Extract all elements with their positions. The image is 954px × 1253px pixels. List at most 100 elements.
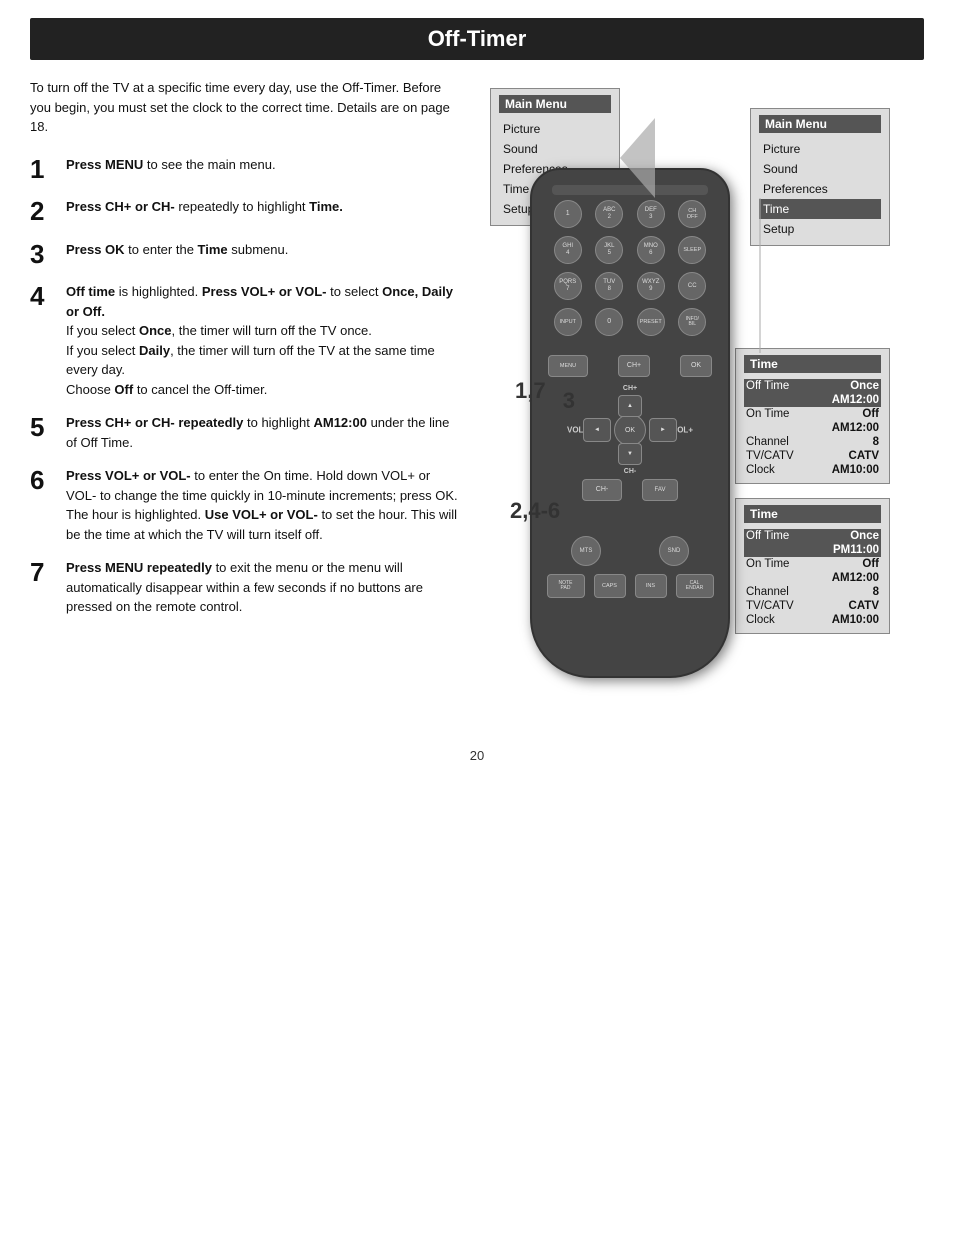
time-bottom-row-ontime-label: On TimeOff — [744, 557, 881, 571]
time-row-clock: ClockAM10:00 — [744, 463, 881, 477]
btn-def-3[interactable]: DEF3 — [637, 200, 665, 228]
step-label-17: 1,7 — [515, 378, 546, 404]
remote-btn-row-1: 1 ABC2 DEF3 CHOFF — [547, 200, 713, 228]
btn-caps[interactable]: CAPS — [594, 574, 626, 598]
time-bottom-row-channel: Channel8 — [744, 585, 881, 599]
page-container: Off-Timer To turn off the TV at a specif… — [0, 18, 954, 763]
right-inner: Main Menu Picture Sound Preferences Time… — [470, 78, 900, 718]
remote-body: 1 ABC2 DEF3 CHOFF GHI4 JKL5 MNO6 SLEEP — [530, 168, 730, 678]
step-3-number: 3 — [30, 240, 66, 269]
time-bottom-row-ontime-value: AM12:00 — [744, 571, 881, 585]
menu-right-setup: Setup — [759, 219, 881, 239]
btn-fav[interactable]: FAV — [642, 479, 678, 501]
btn-mno-6[interactable]: MNO6 — [637, 236, 665, 264]
step-1: 1 Press MENU to see the main menu. — [30, 155, 460, 184]
btn-abc-2[interactable]: ABC2 — [595, 200, 623, 228]
btn-choff[interactable]: CHOFF — [678, 200, 706, 228]
step-4-number: 4 — [30, 282, 66, 311]
bottom-row-2: NOTEPAD CAPS INS CALENDAR — [542, 574, 718, 598]
page-title: Off-Timer — [30, 18, 924, 60]
btn-preset[interactable]: PRESET — [637, 308, 665, 336]
btn-sleep[interactable]: SLEEP — [678, 236, 706, 264]
time-row-ontime-label: On TimeOff — [744, 407, 881, 421]
btn-tuv-8[interactable]: TUV8 — [595, 272, 623, 300]
btn-jkl-5[interactable]: JKL5 — [595, 236, 623, 264]
btn-cc[interactable]: CC — [678, 272, 706, 300]
menu-item-picture: Picture — [499, 119, 611, 139]
btn-0[interactable]: 0 — [595, 308, 623, 336]
time-row-tvcatv: TV/CATVCATV — [744, 449, 881, 463]
menu-right-preferences: Preferences — [759, 179, 881, 199]
step-6-number: 6 — [30, 466, 66, 495]
menu-right-time: Time — [759, 199, 881, 219]
step-2-text: Press CH+ or CH- repeatedly to highlight… — [66, 197, 460, 217]
step-5: 5 Press CH+ or CH- repeatedly to highlig… — [30, 413, 460, 452]
btn-1[interactable]: 1 — [554, 200, 582, 228]
step-7-text: Press MENU repeatedly to exit the menu o… — [66, 558, 460, 617]
menu-right-sound: Sound — [759, 159, 881, 179]
remote-btn-row-2: GHI4 JKL5 MNO6 SLEEP — [547, 236, 713, 264]
btn-wxyz-9[interactable]: WXYZ9 — [637, 272, 665, 300]
btn-infobil[interactable]: INFO/BIL — [678, 308, 706, 336]
main-menu-top-title: Main Menu — [499, 95, 611, 113]
step-5-number: 5 — [30, 413, 66, 442]
page-footer: 20 — [0, 748, 954, 763]
btn-ch-minus-dpad[interactable]: ▼ — [618, 443, 642, 465]
main-menu-right-title: Main Menu — [759, 115, 881, 133]
time-menu-top-table: Off TimeOnce AM12:00 On TimeOff AM12:00 — [744, 379, 881, 477]
btn-ch-minus-bottom[interactable]: CH- — [582, 479, 622, 501]
btn-input[interactable]: INPUT — [554, 308, 582, 336]
time-menu-top: Time Off TimeOnce AM12:00 On TimeOff AM1… — [735, 348, 890, 484]
ch-plus-dpad-label: CH+ — [623, 385, 637, 392]
right-column: Main Menu Picture Sound Preferences Time… — [460, 78, 924, 718]
step-1-number: 1 — [30, 155, 66, 184]
btn-ok-top[interactable]: OK — [680, 355, 712, 377]
time-menu-bottom-title: Time — [744, 505, 881, 523]
remote-btn-row-4: INPUT 0 PRESET INFO/BIL — [547, 308, 713, 336]
btn-insert[interactable]: INS — [635, 574, 667, 598]
ch-plus-row: MENU CH+ OK — [548, 355, 712, 377]
step-label-3: 3 — [563, 388, 575, 414]
step-3-text: Press OK to enter the Time submenu. — [66, 240, 460, 260]
bottom-row-1: MTS SND — [542, 536, 718, 566]
time-bottom-row-clock: ClockAM10:00 — [744, 613, 881, 627]
btn-vol-plus[interactable]: ► — [649, 418, 677, 442]
btn-calendar[interactable]: CALENDAR — [676, 574, 714, 598]
remote-btn-row-3: PQRS7 TUV8 WXYZ9 CC — [547, 272, 713, 300]
btn-sound[interactable]: SND — [659, 536, 689, 566]
time-row-channel: Channel8 — [744, 435, 881, 449]
btn-pqrs-7[interactable]: PQRS7 — [554, 272, 582, 300]
menu-item-sound: Sound — [499, 139, 611, 159]
btn-mts[interactable]: MTS — [571, 536, 601, 566]
step-3: 3 Press OK to enter the Time submenu. — [30, 240, 460, 269]
time-menu-bottom: Time Off TimeOnce PM11:00 On TimeOff AM1… — [735, 498, 890, 634]
btn-vol-minus[interactable]: ◄ — [583, 418, 611, 442]
time-menu-bottom-table: Off TimeOnce PM11:00 On TimeOff AM12:00 — [744, 529, 881, 627]
time-row-offtime-label: Off TimeOnce — [744, 379, 881, 393]
ch-minus-row: CH- FAV — [582, 479, 678, 501]
step-7-number: 7 — [30, 558, 66, 587]
step-1-text: Press MENU to see the main menu. — [66, 155, 460, 175]
btn-ok-center[interactable]: OK — [614, 414, 646, 446]
remote-control: 1,7 2,4-6 3 1 ABC2 DEF3 CHOFF — [530, 168, 740, 688]
intro-text: To turn off the TV at a specific time ev… — [30, 78, 460, 137]
time-menu-top-title: Time — [744, 355, 881, 373]
step-2-number: 2 — [30, 197, 66, 226]
steps-list: 1 Press MENU to see the main menu. 2 Pre… — [30, 155, 460, 617]
time-bottom-row-offtime-value: PM11:00 — [744, 543, 881, 557]
step-6-text: Press VOL+ or VOL- to enter the On time.… — [66, 466, 460, 544]
btn-notepad[interactable]: NOTEPAD — [547, 574, 585, 598]
time-bottom-row-tvcatv: TV/CATVCATV — [744, 599, 881, 613]
nav-area: MENU CH+ OK VOL- VOL+ CH — [532, 355, 728, 501]
menu-right-picture: Picture — [759, 139, 881, 159]
remote-screen — [552, 185, 708, 195]
btn-ch-plus-dpad[interactable]: ▲ — [618, 395, 642, 417]
btn-ch-plus-top[interactable]: CH+ — [618, 355, 650, 377]
time-row-ontime-value: AM12:00 — [744, 421, 881, 435]
step-5-text: Press CH+ or CH- repeatedly to highlight… — [66, 413, 460, 452]
btn-menu[interactable]: MENU — [548, 355, 588, 377]
step-6: 6 Press VOL+ or VOL- to enter the On tim… — [30, 466, 460, 544]
remote-top-section: 1 ABC2 DEF3 CHOFF GHI4 JKL5 MNO6 SLEEP — [547, 200, 713, 344]
btn-ghi-4[interactable]: GHI4 — [554, 236, 582, 264]
left-column: To turn off the TV at a specific time ev… — [30, 78, 460, 718]
